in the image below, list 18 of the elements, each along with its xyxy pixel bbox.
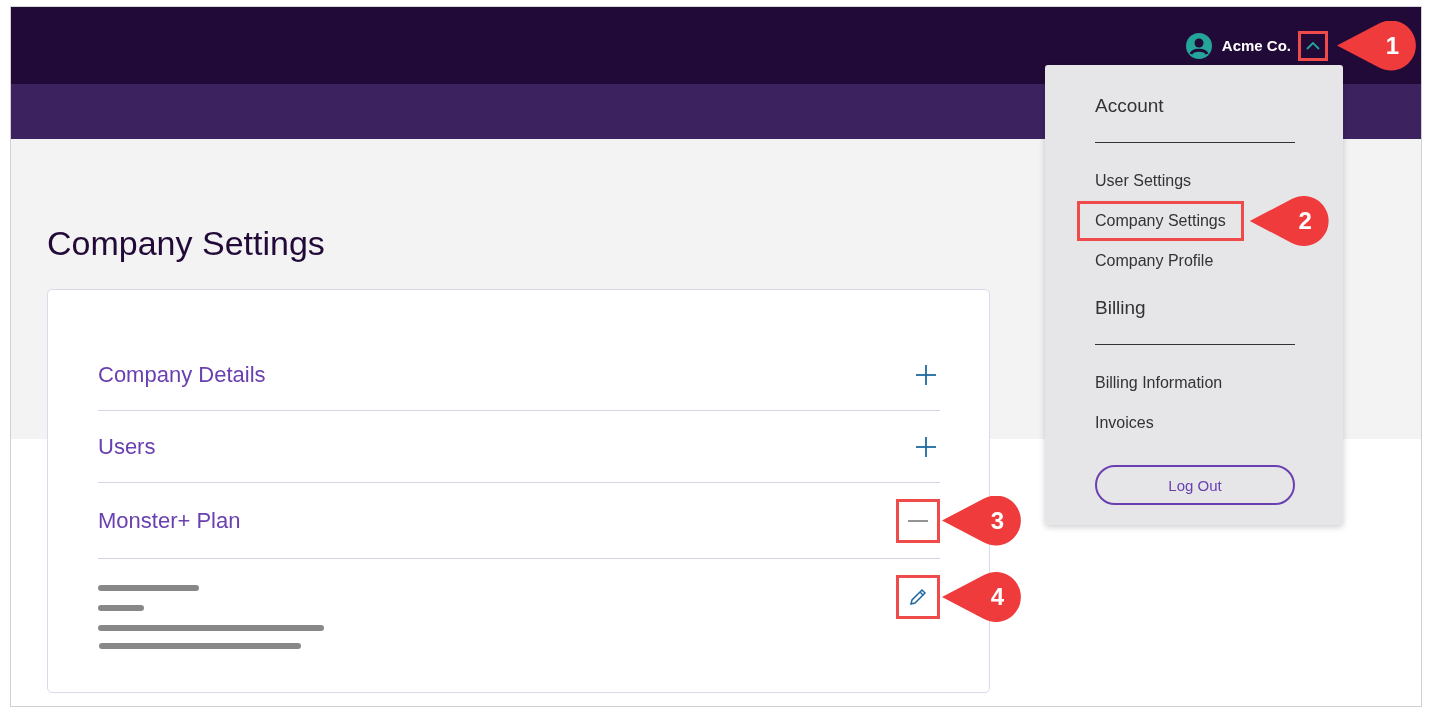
account-name[interactable]: Acme Co. [1221, 37, 1291, 54]
pencil-icon [908, 587, 928, 607]
plus-icon [915, 364, 937, 386]
menu-item[interactable]: Company Profile [1095, 241, 1214, 281]
user-avatar-icon [1185, 32, 1212, 59]
menu-item[interactable]: User Settings [1095, 161, 1192, 201]
menu-item[interactable]: Invoices [1095, 403, 1154, 443]
page-title: Company Settings [47, 223, 325, 264]
plus-icon [915, 435, 937, 458]
section-title[interactable]: Monster+ Plan [98, 507, 241, 534]
menu-heading: Billing [1095, 289, 1295, 345]
minus-icon [907, 519, 929, 522]
section-title[interactable]: Company Details [98, 362, 266, 388]
chevron-icon [1306, 41, 1320, 50]
log-out-button[interactable]: Log Out [1095, 465, 1295, 505]
menu-heading: Account [1095, 87, 1295, 143]
menu-item[interactable]: Billing Information [1095, 363, 1223, 403]
section-title[interactable]: Users [98, 433, 156, 460]
